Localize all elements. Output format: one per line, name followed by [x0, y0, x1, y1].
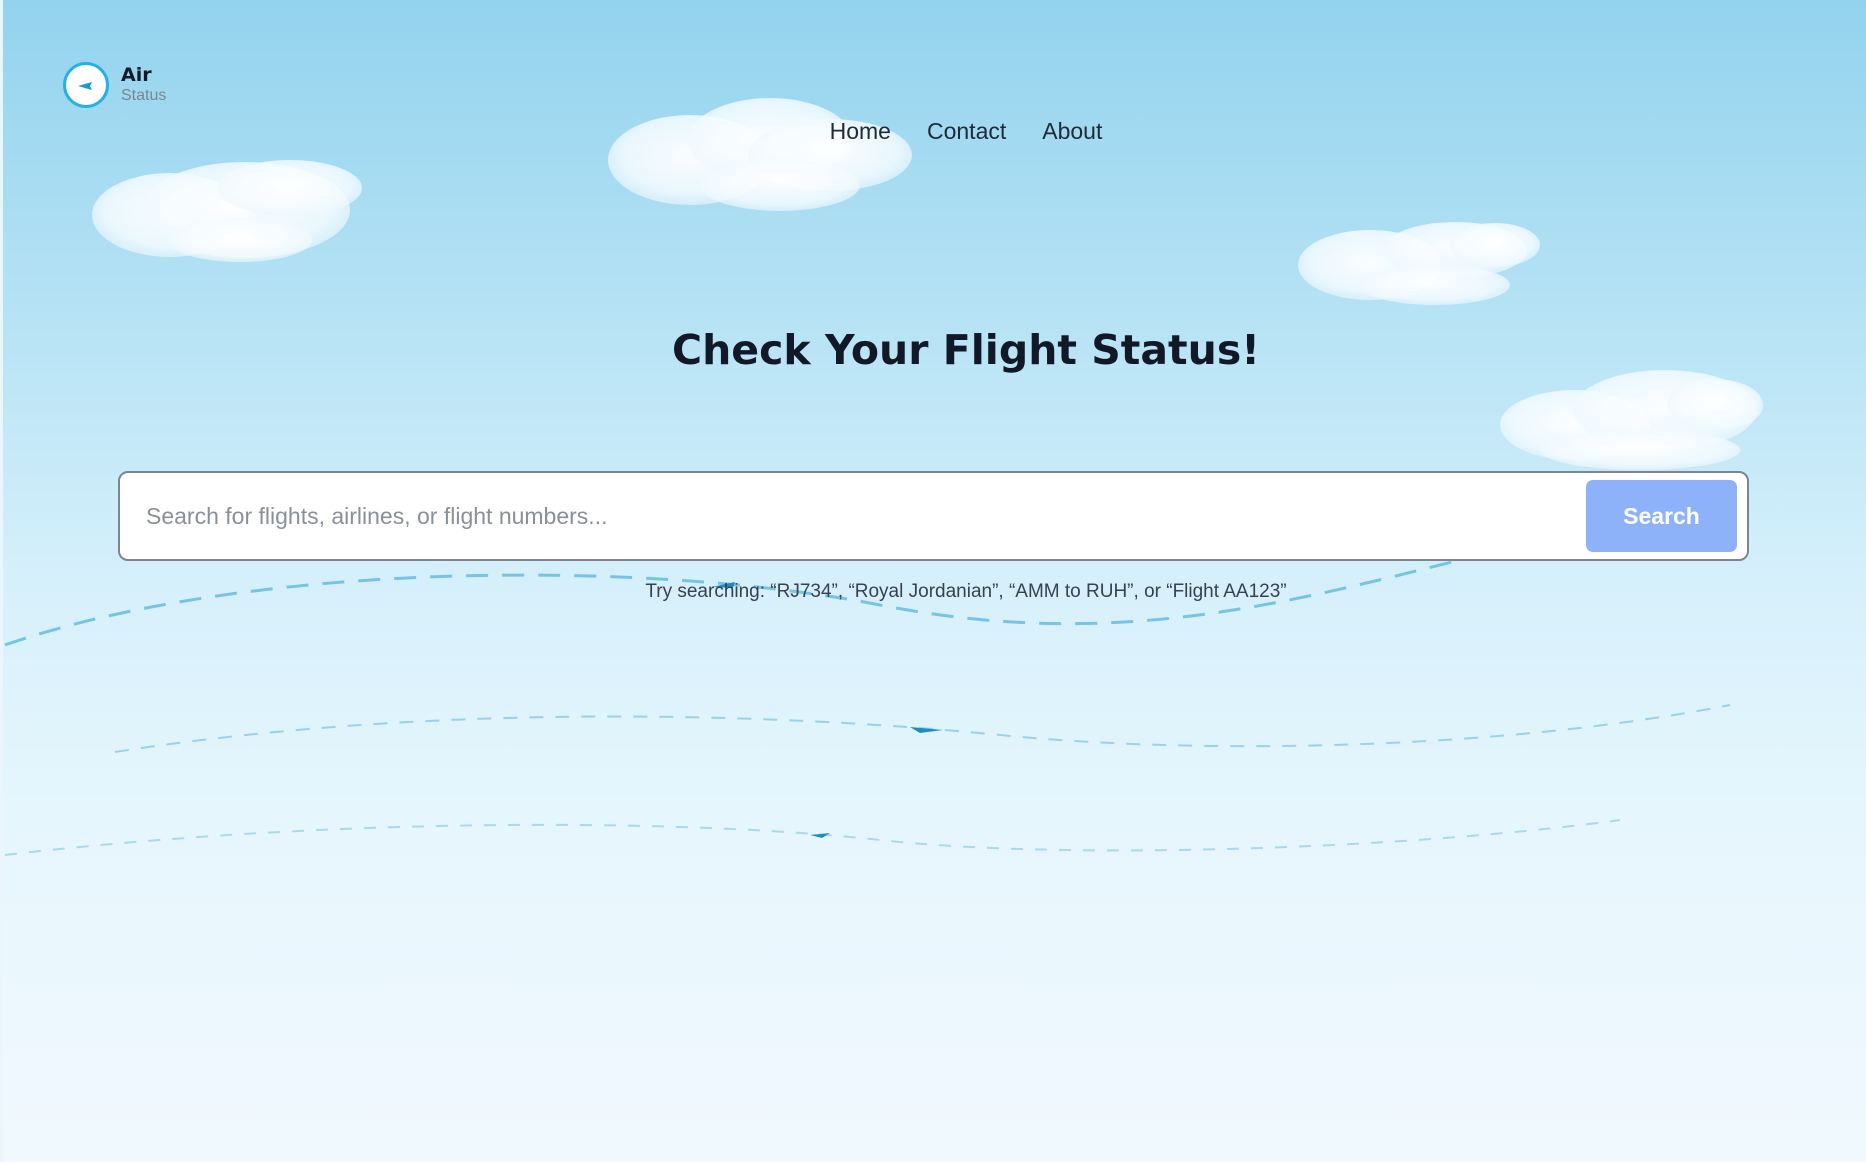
flight-path	[4, 558, 1731, 856]
nav-home[interactable]: Home	[830, 118, 891, 145]
nav-contact[interactable]: Contact	[927, 118, 1006, 145]
search-input[interactable]	[144, 501, 1586, 531]
brand-logo[interactable]: Air Status	[63, 62, 166, 108]
airplane-icon	[712, 582, 943, 838]
main-nav: Home Contact About	[0, 118, 1866, 145]
search-bar: Search	[118, 471, 1749, 561]
search-hint: Try searching: “RJ734”, “Royal Jordanian…	[645, 581, 1287, 602]
airplane-clock-icon	[63, 62, 109, 108]
brand-tagline: Status	[121, 87, 167, 104]
cloud	[92, 160, 362, 262]
page-title: Check Your Flight Status!	[672, 326, 1260, 374]
brand-text: Air Status	[121, 66, 166, 104]
nav-about[interactable]: About	[1042, 118, 1102, 145]
search-button[interactable]: Search	[1586, 480, 1737, 552]
cloud	[1500, 370, 1763, 470]
brand-name: Air	[121, 64, 152, 86]
cloud	[608, 98, 912, 211]
cloud	[1298, 222, 1540, 305]
